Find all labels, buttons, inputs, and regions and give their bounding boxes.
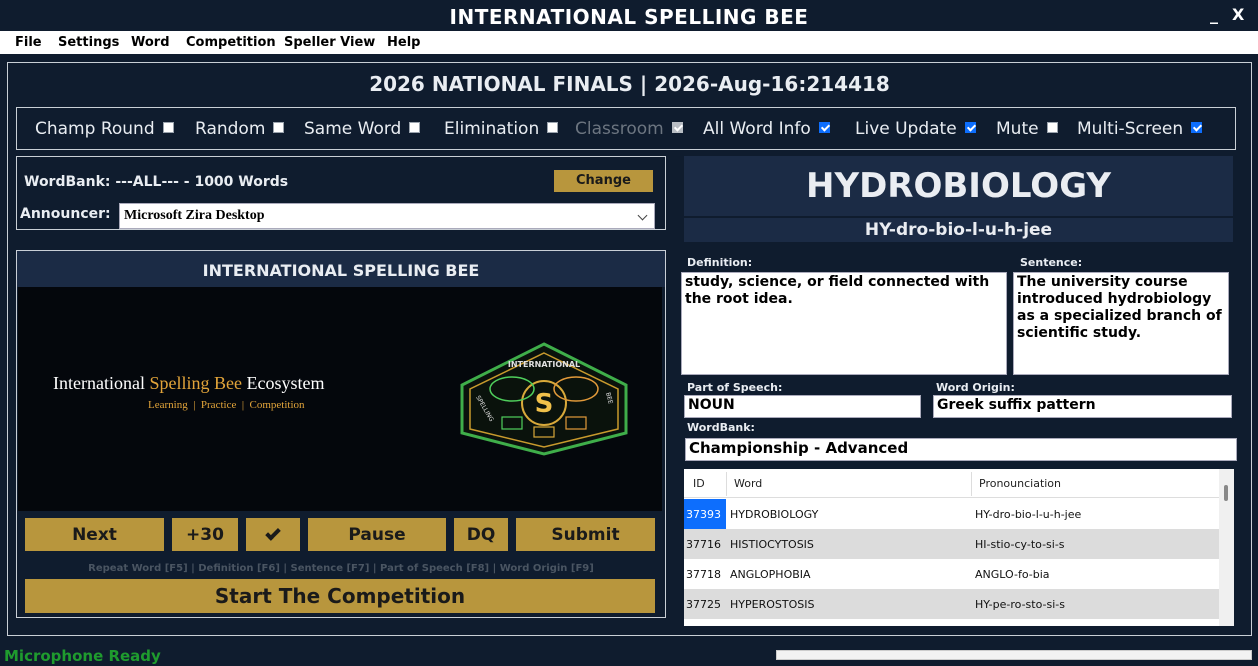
menu-file[interactable]: File (15, 35, 42, 50)
all-word-info-checkbox[interactable] (818, 122, 830, 133)
hotkey-hint: Repeat Word [F5] | Definition [F6] | Sen… (88, 563, 594, 574)
elimination-checkbox[interactable] (547, 122, 559, 133)
next-button[interactable]: Next (25, 518, 164, 551)
table-row[interactable]: 37725 HYPEROSTOSIS HY-pe-ro-sto-si-s (684, 589, 1219, 619)
table-row[interactable]: 37393 HYDROBIOLOGY HY-dro-bio-l-u-h-jee (684, 499, 1219, 529)
menu-speller-view[interactable]: Speller View (284, 35, 375, 50)
video-panel: INTERNATIONAL SPELLING BEE International… (16, 250, 666, 618)
option-all-word-info[interactable]: All Word Info (703, 119, 830, 139)
mute-checkbox[interactable] (1046, 122, 1058, 133)
announcer-label: Announcer: (20, 206, 111, 222)
brand-tagline: Learning | Practice | Competition (148, 399, 305, 411)
pause-button[interactable]: Pause (308, 518, 446, 551)
minimize-button[interactable]: _ (1210, 5, 1218, 24)
option-mute[interactable]: Mute (996, 119, 1058, 139)
disqualify-button[interactable]: DQ (454, 518, 508, 551)
column-pronunciation[interactable]: Pronounciation (979, 477, 1061, 490)
word-origin-field[interactable]: Greek suffix pattern (933, 395, 1232, 418)
live-update-checkbox[interactable] (964, 122, 976, 133)
logo-top-text: INTERNATIONAL (508, 360, 580, 369)
option-multi-screen[interactable]: Multi-Screen (1077, 119, 1203, 139)
sentence-field[interactable]: The university course introduced hydrobi… (1013, 272, 1229, 375)
close-button[interactable]: X (1232, 5, 1244, 24)
menu-competition[interactable]: Competition (186, 35, 276, 50)
check-icon (265, 525, 281, 541)
sentence-label: Sentence: (1020, 256, 1083, 269)
submit-button[interactable]: Submit (516, 518, 655, 551)
part-of-speech-label: Part of Speech: (687, 381, 783, 394)
current-word: HYDROBIOLOGY (684, 156, 1233, 216)
brand-text: International Spelling Bee Ecosystem (53, 373, 325, 393)
spelling-bee-logo: S INTERNATIONAL SPELLING BEE (460, 342, 628, 456)
video-player[interactable]: International Spelling Bee Ecosystem Lea… (18, 287, 662, 511)
definition-label: Definition: (687, 256, 753, 269)
word-origin-label: Word Origin: (936, 381, 1015, 394)
title-bar: INTERNATIONAL SPELLING BEE _ X (0, 0, 1258, 31)
table-row[interactable]: 37718 ANGLOPHOBIA ANGLO-fo-bia (684, 559, 1219, 589)
word-wordbank-field[interactable]: Championship - Advanced (685, 438, 1237, 461)
option-classroom: Classroom (575, 119, 683, 139)
wordbank-summary: WordBank: ---ALL--- - 1000 Words (24, 174, 289, 190)
table-row[interactable]: 37716 HISTIOCYTOSIS HI-stio-cy-to-si-s (684, 529, 1219, 559)
random-checkbox[interactable] (273, 122, 285, 133)
grid-scrollbar[interactable] (1219, 469, 1234, 626)
option-random[interactable]: Random (195, 119, 285, 139)
options-bar: Champ Round Random Same Word Elimination… (16, 107, 1236, 150)
option-elimination[interactable]: Elimination (444, 119, 559, 139)
option-same-word[interactable]: Same Word (304, 119, 421, 139)
menu-word[interactable]: Word (131, 35, 170, 50)
option-champ-round[interactable]: Champ Round (35, 119, 174, 139)
menu-settings[interactable]: Settings (58, 35, 119, 50)
multi-screen-checkbox[interactable] (1191, 122, 1203, 133)
grid-header: ID Word Pronounciation (684, 469, 1219, 498)
correct-button[interactable] (246, 518, 300, 551)
window-title: INTERNATIONAL SPELLING BEE (449, 5, 809, 29)
column-id[interactable]: ID (693, 477, 705, 490)
announcer-select[interactable]: Microsoft Zira Desktop (119, 203, 655, 229)
column-word[interactable]: Word (734, 477, 762, 490)
video-title: INTERNATIONAL SPELLING BEE (17, 251, 665, 287)
classroom-checkbox (671, 122, 683, 133)
add-30-button[interactable]: +30 (172, 518, 238, 551)
chevron-down-icon (637, 210, 648, 221)
definition-field[interactable]: study, science, or field connected with … (681, 272, 1007, 375)
option-live-update[interactable]: Live Update (855, 119, 976, 139)
logo-letter: S (535, 389, 554, 419)
champ-round-checkbox[interactable] (162, 122, 174, 133)
status-text: Microphone Ready (4, 647, 161, 665)
wordbank-panel: WordBank: ---ALL--- - 1000 Words Change … (16, 156, 666, 230)
same-word-checkbox[interactable] (409, 122, 421, 133)
menu-bar: File Settings Word Competition Speller V… (0, 31, 1258, 54)
change-wordbank-button[interactable]: Change (554, 170, 653, 192)
start-competition-button[interactable]: Start The Competition (25, 579, 655, 613)
menu-help[interactable]: Help (387, 35, 420, 50)
progress-bar (776, 650, 1252, 660)
word-list-grid: ID Word Pronounciation 37393 HYDROBIOLOG… (684, 469, 1234, 626)
current-pronunciation: HY-dro-bio-l-u-h-jee (684, 218, 1233, 242)
word-wordbank-label: WordBank: (687, 421, 755, 434)
part-of-speech-field[interactable]: NOUN (684, 395, 921, 418)
scrollbar-thumb[interactable] (1224, 485, 1228, 501)
competition-headline: 2026 NATIONAL FINALS | 2026-Aug-16:21441… (369, 72, 890, 96)
